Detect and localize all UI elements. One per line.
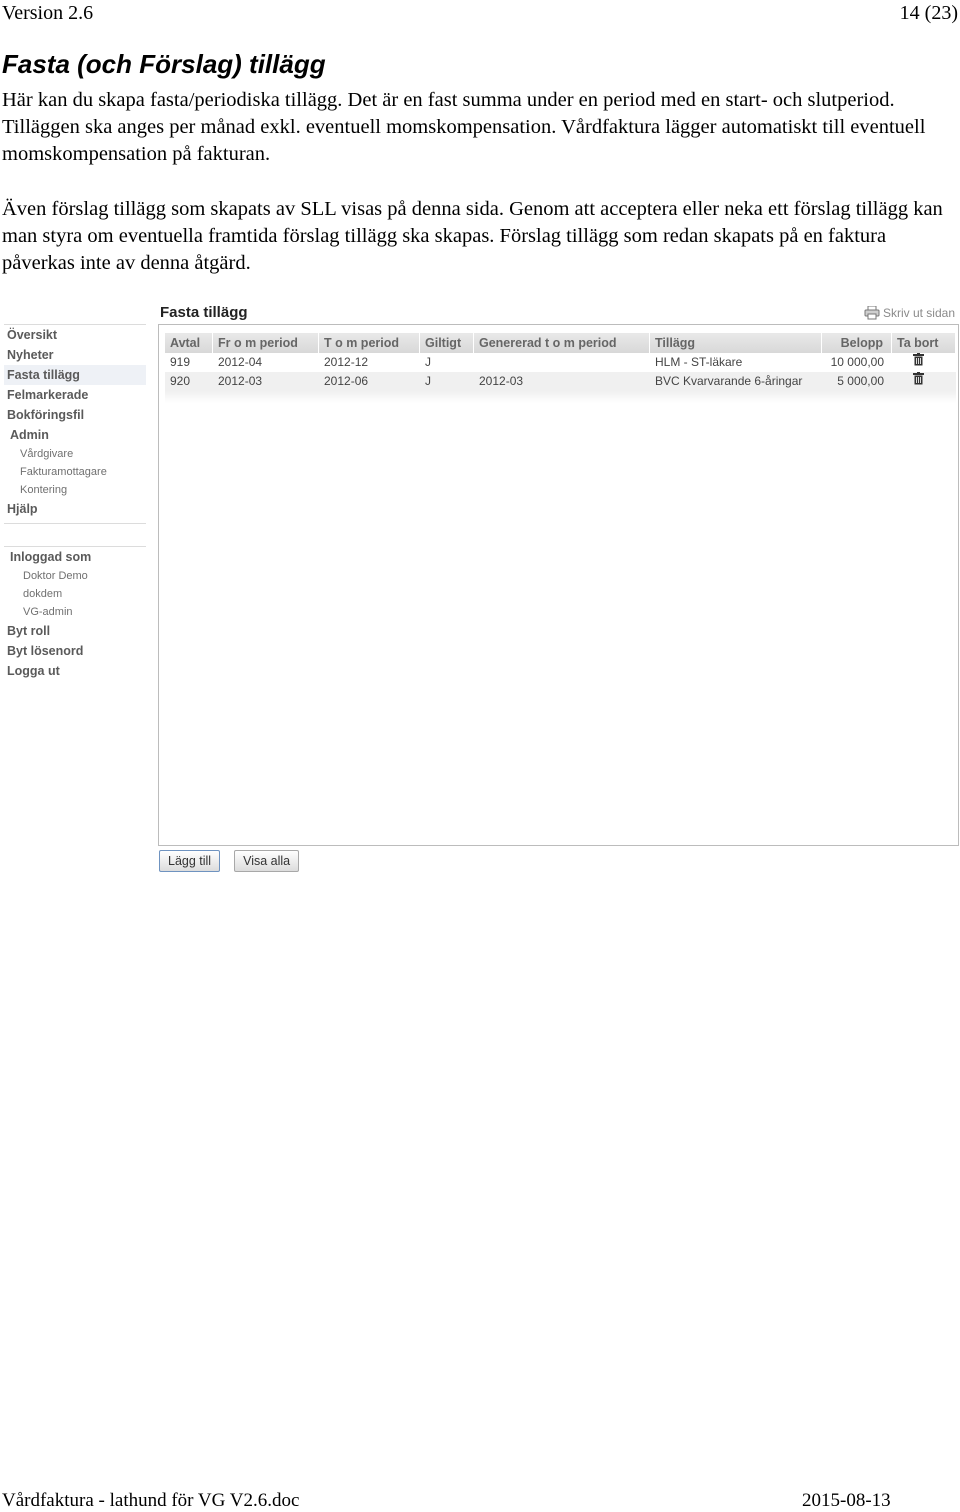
section-title: Fasta (och Förslag) tillägg xyxy=(2,49,326,79)
supplements-table: Avtal Fr o m period T o m period Giltigt… xyxy=(165,333,956,403)
cell-giltigt: J xyxy=(425,355,431,369)
nav-fakturamottagare[interactable]: Fakturamottagare xyxy=(4,463,146,481)
content-panel: Avtal Fr o m period T o m period Giltigt… xyxy=(158,324,959,846)
nav-bokforingsfil[interactable]: Bokföringsfil xyxy=(4,405,146,425)
intro-paragraph: Här kan du skapa fasta/periodiska tilläg… xyxy=(2,89,926,165)
col-tillagg[interactable]: Tillägg xyxy=(650,333,822,353)
nav-logga-ut[interactable]: Logga ut xyxy=(4,661,146,681)
table-row[interactable]: 920 2012-03 2012-06 J 2012-03 BVC Kvarva… xyxy=(165,372,956,391)
cell-tillagg: HLM - ST-läkare xyxy=(655,355,743,369)
col-ta-bort: Ta bort xyxy=(892,333,956,353)
page-number: 14 (23) xyxy=(899,2,958,24)
footer-date: 2015-08-13 xyxy=(802,1490,891,1511)
nav-fasta-tillagg[interactable]: Fasta tillägg xyxy=(4,365,146,385)
cell-from-period: 2012-03 xyxy=(213,372,319,391)
cell-belopp: 10 000,00 xyxy=(830,355,884,369)
cell-generated-period xyxy=(474,353,650,372)
table-header: Avtal Fr o m period T o m period Giltigt… xyxy=(165,333,956,353)
nav-nyheter[interactable]: Nyheter xyxy=(4,345,146,365)
nav-byt-roll[interactable]: Byt roll xyxy=(4,621,146,641)
proposal-paragraph: Även förslag tillägg som skapats av SLL … xyxy=(2,198,943,274)
cell-from-period: 2012-04 xyxy=(218,355,263,369)
cell-generated-period: 2012-03 xyxy=(474,372,650,391)
nav-byt-losenord[interactable]: Byt lösenord xyxy=(4,641,146,661)
app-screenshot: Fasta tillägg Skriv ut sidan Översikt Ny… xyxy=(0,300,960,880)
col-to-period[interactable]: T o m period xyxy=(319,333,420,353)
cell-tillagg: BVC Kvarvarande 6-åringar xyxy=(650,372,822,391)
col-giltigt[interactable]: Giltigt xyxy=(420,333,474,353)
trash-icon[interactable] xyxy=(913,353,924,369)
document-header: Version 2.6 14 (23) xyxy=(2,0,958,26)
add-button[interactable]: Lägg till xyxy=(159,850,221,872)
sidebar: Översikt Nyheter Fasta tillägg Felmarker… xyxy=(4,324,146,681)
cell-belopp: 5 000,00 xyxy=(822,372,892,391)
nav-vardgivare[interactable]: Vårdgivare xyxy=(4,445,146,463)
nav-admin[interactable]: Admin xyxy=(4,425,146,445)
document-footer: Vårdfaktura - lathund för VG V2.6.doc 20… xyxy=(2,1490,958,1512)
cell-avtal: 919 xyxy=(170,355,191,369)
nav-hjalp[interactable]: Hjälp xyxy=(4,499,146,519)
col-avtal[interactable]: Avtal xyxy=(165,333,213,353)
nav-oversikt[interactable]: Översikt xyxy=(4,325,146,345)
user-role: VG-admin xyxy=(23,606,73,618)
user-id: dokdem xyxy=(23,588,63,600)
action-buttons: Lägg till Visa alla xyxy=(159,850,300,872)
show-all-button[interactable]: Visa alla xyxy=(234,850,300,872)
cell-to-period: 2012-12 xyxy=(324,355,369,369)
col-generated-period[interactable]: Genererad t o m period xyxy=(474,333,650,353)
version-label: Version 2.6 xyxy=(2,2,94,24)
nav-kontering[interactable]: Kontering xyxy=(4,481,146,499)
nav-felmarkerade[interactable]: Felmarkerade xyxy=(4,385,146,405)
logged-in-heading: Inloggad som xyxy=(10,550,92,564)
col-belopp[interactable]: Belopp xyxy=(822,333,892,353)
print-page-link[interactable]: Skriv ut sidan xyxy=(864,306,955,320)
printer-icon xyxy=(864,306,880,320)
table-row[interactable]: 919 2012-04 2012-12 J HLM - ST-läkare 10… xyxy=(165,353,956,372)
cell-giltigt: J xyxy=(420,372,474,391)
cell-to-period: 2012-06 xyxy=(319,372,420,391)
user-name: Doktor Demo xyxy=(23,570,88,582)
footer-doc-name: Vårdfaktura - lathund för VG V2.6.doc xyxy=(2,1490,300,1511)
col-from-period[interactable]: Fr o m period xyxy=(213,333,319,353)
cell-avtal: 920 xyxy=(165,372,213,391)
print-link-label: Skriv ut sidan xyxy=(882,306,955,320)
page-title: Fasta tillägg xyxy=(160,304,248,321)
trash-icon[interactable] xyxy=(913,372,924,388)
